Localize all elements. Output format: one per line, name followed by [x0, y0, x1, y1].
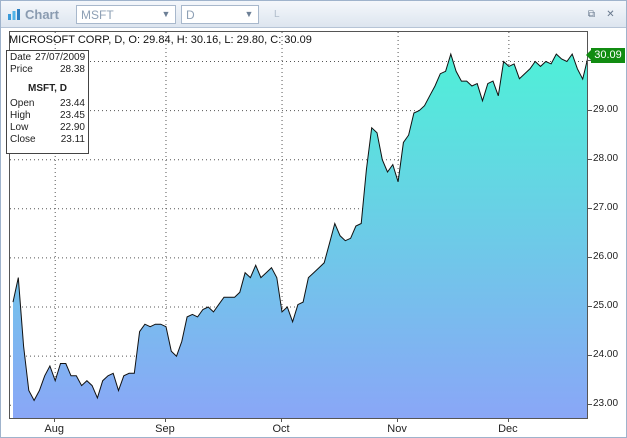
info-price-value: 28.38 [59, 64, 85, 75]
info-open-value: 23.44 [59, 98, 85, 109]
y-tick-label: 24.00 [593, 349, 619, 361]
restore-icon[interactable]: ⧉ [586, 9, 597, 20]
x-tick-mark [54, 419, 56, 422]
y-tick-label: 27.00 [593, 201, 619, 213]
price-chart-svg [10, 32, 587, 418]
info-high-label: High [10, 110, 31, 121]
period-select-value: D [186, 8, 195, 22]
x-tick-mark [281, 419, 283, 422]
last-price-label: 30.09 [586, 48, 625, 63]
x-tick-mark [397, 419, 399, 422]
info-low-value: 22.90 [59, 122, 85, 133]
price-axis[interactable]: 23.0024.0025.0026.0027.0028.0029.0030.00 [588, 31, 626, 419]
info-price-row: Price 28.38 [10, 64, 85, 76]
y-tick-mark [588, 256, 592, 258]
y-tick-mark [588, 207, 592, 209]
info-date-label: Date [10, 52, 32, 63]
x-tick-label: Aug [44, 423, 64, 435]
y-tick-label: 28.00 [593, 152, 619, 164]
x-tick-mark [507, 419, 509, 422]
time-axis[interactable]: Aug Sep Oct Nov Dec [9, 419, 588, 437]
info-low-label: Low [10, 122, 29, 133]
info-high-row: High 23.45 [10, 110, 85, 122]
y-tick-mark [588, 306, 592, 308]
chevron-down-icon[interactable]: ▼ [160, 8, 172, 21]
chart-header: MICROSOFT CORP, D, O: 29.84, H: 30.16, L… [9, 34, 312, 46]
y-tick-mark [588, 158, 592, 160]
y-tick-mark [588, 109, 592, 111]
y-tick-label: 23.00 [593, 398, 619, 410]
info-date-row: Date 27/07/2009 [10, 52, 85, 64]
price-chart-plot[interactable] [9, 31, 588, 419]
info-close-label: Close [10, 134, 36, 145]
chart-app-icon [8, 9, 20, 20]
y-tick-mark [588, 355, 592, 357]
info-open-row: Open 23.44 [10, 98, 85, 110]
data-window: Date 27/07/2009 Price 28.38 MSFT, D Open… [6, 50, 89, 154]
y-tick-label: 29.00 [593, 103, 619, 115]
symbol-select[interactable]: MSFT ▼ [76, 5, 176, 24]
info-high-value: 23.45 [59, 110, 85, 121]
symbol-select-value: MSFT [81, 8, 114, 22]
info-symbol: MSFT, D [28, 83, 67, 94]
info-open-label: Open [10, 98, 35, 109]
x-tick-label: Nov [387, 423, 407, 435]
window-title: Chart [25, 7, 59, 22]
close-icon[interactable]: ✕ [605, 9, 616, 20]
period-select[interactable]: D ▼ [181, 5, 259, 24]
x-tick-mark [164, 419, 166, 422]
info-date-value: 27/07/2009 [35, 52, 86, 63]
y-tick-label: 26.00 [593, 250, 619, 262]
info-price-label: Price [10, 64, 33, 75]
info-close-value: 23.11 [60, 134, 85, 145]
price-area-fill [13, 54, 587, 418]
x-tick-label: Sep [155, 423, 175, 435]
x-tick-label: Oct [272, 423, 290, 435]
y-tick-label: 25.00 [593, 300, 619, 312]
chevron-down-icon[interactable]: ▼ [243, 8, 255, 21]
x-tick-label: Dec [498, 423, 518, 435]
y-tick-mark [588, 404, 592, 406]
info-low-row: Low 22.90 [10, 122, 85, 134]
info-close-row: Close 23.11 [10, 134, 85, 146]
chart-window: Chart MSFT ▼ D ▼ L ⧉ ✕ MICROSOFT CORP, D… [0, 0, 627, 438]
title-bar: Chart MSFT ▼ D ▼ L ⧉ ✕ [1, 1, 626, 28]
timeframe-label[interactable]: L [274, 9, 280, 20]
